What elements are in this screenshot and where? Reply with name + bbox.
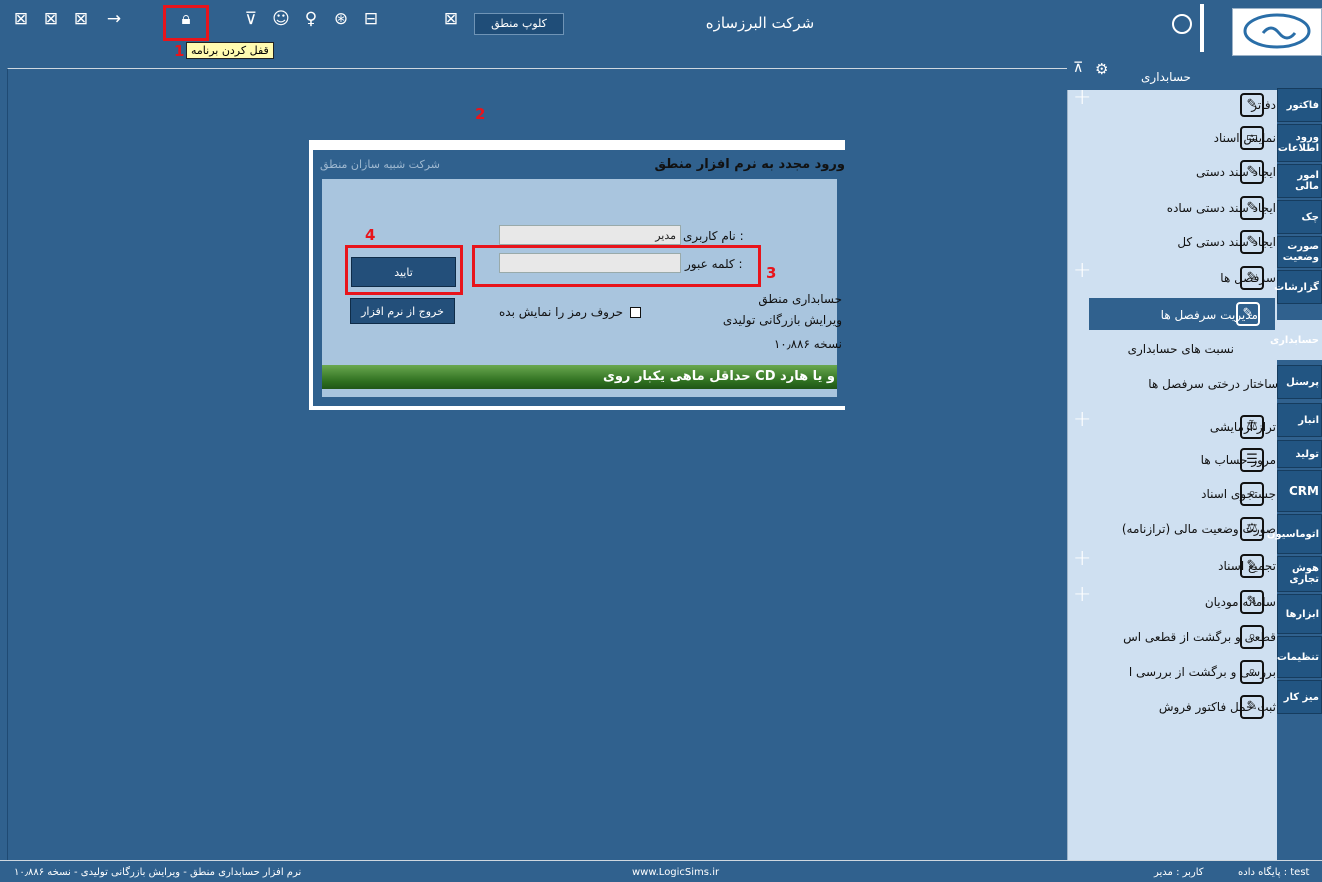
folder-edit-icon: ✎ <box>1240 196 1264 220</box>
expand-plus-icon[interactable]: + <box>1073 546 1091 571</box>
tab-15[interactable]: میز کار <box>1277 680 1322 714</box>
menu-item-label: مرور حساب ها <box>1200 453 1276 467</box>
password-field[interactable] <box>499 253 681 273</box>
menu-item-label: جستجوی اسناد <box>1201 487 1276 501</box>
scale-icon: ⚖ <box>1240 415 1264 439</box>
document-review-icon: ⌕ <box>1240 660 1264 684</box>
document-check-icon: ⌕ <box>1240 625 1264 649</box>
pin-icon[interactable]: ⊼ <box>1073 60 1083 76</box>
account-review-icon: ☰ <box>1240 448 1264 472</box>
menu-item-label: ساختار درختی سرفصل ها <box>1148 377 1278 391</box>
expand-plus-icon[interactable]: + <box>1073 85 1091 110</box>
folder-edit-icon: ✎ <box>1240 160 1264 184</box>
annotation-3: 3 <box>766 264 777 282</box>
tab-7[interactable]: پرسنل <box>1277 365 1322 399</box>
dialog-subtitle: شرکت شبیه سازان منطق <box>320 158 440 171</box>
product-name: حسابداری منطق <box>758 292 842 306</box>
expand-plus-icon[interactable]: + <box>1073 258 1091 283</box>
tab-13[interactable]: ابزارها <box>1277 594 1322 634</box>
tab-14[interactable]: تنظیمات <box>1277 636 1322 678</box>
folder-edit-icon: ✎ <box>1240 590 1264 614</box>
menu-item-label: نسبت های حسابداری <box>1127 342 1234 356</box>
folder-icon: ▭ <box>1240 126 1264 150</box>
expand-plus-icon[interactable]: + <box>1073 582 1091 607</box>
tab-6[interactable]: حسابداری <box>1270 320 1322 360</box>
tab-3[interactable]: چک <box>1277 200 1322 234</box>
user-search-icon[interactable]: ☺ <box>270 8 292 30</box>
dialog-title: ورود مجدد به نرم افزار منطق <box>654 157 845 172</box>
lock-program-highlight <box>163 5 209 41</box>
arrow-right-icon[interactable]: → <box>103 8 125 30</box>
filter-icon[interactable]: ⊽ <box>240 8 262 30</box>
edition-text: ویرایش بازرگانی تولیدی <box>722 313 842 327</box>
manage-headings-icon: ✎ <box>1236 302 1260 326</box>
tab-2[interactable]: امور مالی <box>1277 164 1322 198</box>
username-label: نام کاربری : <box>683 229 744 243</box>
show-password-checkbox[interactable] <box>629 307 641 318</box>
status-website[interactable]: www.LogicSims.ir <box>632 867 719 878</box>
username-field[interactable] <box>499 225 681 245</box>
theme-icon[interactable]: ⊛ <box>330 8 352 30</box>
balance-sheet-icon: ⚖ <box>1240 517 1264 541</box>
database-icon[interactable]: ⊟ <box>360 8 382 30</box>
backup-banner: حداقل ماهی یکبار روی CD و یا هارد <box>322 365 837 389</box>
status-bar: نرم افزار حسابداری منطق - ویرایش بازرگان… <box>0 860 1322 882</box>
cascade-window-icon[interactable]: ⊠ <box>70 8 92 30</box>
tab-12[interactable]: هوش تجاری <box>1277 556 1322 592</box>
search-icon[interactable] <box>1172 14 1192 34</box>
show-password-row[interactable]: حروف رمز را نمایش بده <box>499 305 641 319</box>
menu-item[interactable]: نسبت های حسابداری <box>1128 335 1234 363</box>
exit-button[interactable]: خروج از نرم افزار <box>350 298 455 324</box>
confirm-button[interactable]: تایید <box>351 257 456 287</box>
gear-icon[interactable]: ⚙ <box>1095 60 1108 78</box>
version-text: نسخه ۱۰٫۸۸۶ <box>773 337 842 351</box>
status-user: کاربر : مدیر <box>1154 867 1204 878</box>
tab-4[interactable]: صورت وضعیت <box>1277 236 1322 268</box>
side-menu-title: حسابداری <box>1141 70 1191 84</box>
folder-edit-icon: ✎ <box>1240 554 1264 578</box>
annotation-4: 4 <box>365 226 376 244</box>
menu-item[interactable]: ساختار درختی سرفصل ها <box>1068 370 1278 398</box>
expand-plus-icon[interactable]: + <box>1073 407 1091 432</box>
server-icon <box>1200 4 1224 52</box>
tab-11[interactable]: اتوماسیون <box>1267 514 1322 554</box>
status-product: نرم افزار حسابداری منطق - ویرایش بازرگان… <box>14 867 302 878</box>
tab-10[interactable]: CRM <box>1277 470 1322 512</box>
tab-5[interactable]: گزارشات <box>1274 270 1322 304</box>
folder-edit-icon: ✎ <box>1240 93 1264 117</box>
annotation-2: 2 <box>475 105 486 123</box>
bulb-icon[interactable]: ♀ <box>300 8 322 30</box>
show-password-label: حروف رمز را نمایش بده <box>499 305 624 319</box>
folder-edit-icon: ✎ <box>1240 266 1264 290</box>
annotation-1: 1 <box>174 42 185 60</box>
password-label: کلمه عبور : <box>685 257 743 271</box>
minimize-window-icon[interactable]: ⊠ <box>10 8 32 30</box>
tab-1[interactable]: ورود اطلاعات <box>1277 124 1322 162</box>
restore-window-icon[interactable]: ⊠ <box>40 8 62 30</box>
club-button[interactable]: کلوپ منطق <box>474 13 564 35</box>
dialog-title-bar: ورود مجدد به نرم افزار منطق شرکت شبیه سا… <box>320 157 845 177</box>
tab-8[interactable]: انبار <box>1277 403 1322 437</box>
app-logo <box>1232 8 1322 56</box>
menu-item[interactable]: جستجوی اسناد <box>1201 480 1276 508</box>
search-document-icon: ⌕ <box>1240 482 1264 506</box>
status-database: پایگاه داده : test <box>1238 867 1310 878</box>
tab-9[interactable]: تولید <box>1277 440 1322 468</box>
company-name: شرکت البرزسازه <box>705 14 815 32</box>
tab-0[interactable]: فاکتور <box>1277 88 1322 122</box>
menu-item[interactable]: مرور حساب ها <box>1201 446 1276 474</box>
lock-tooltip: قفل کردن برنامه <box>186 42 274 59</box>
side-menu-header: ⊼ ⚙ حسابداری <box>1067 56 1277 90</box>
folder-edit-icon: ✎ <box>1240 230 1264 254</box>
window-icon[interactable]: ⊠ <box>440 8 462 30</box>
clipboard-edit-icon: ✎ <box>1240 695 1264 719</box>
